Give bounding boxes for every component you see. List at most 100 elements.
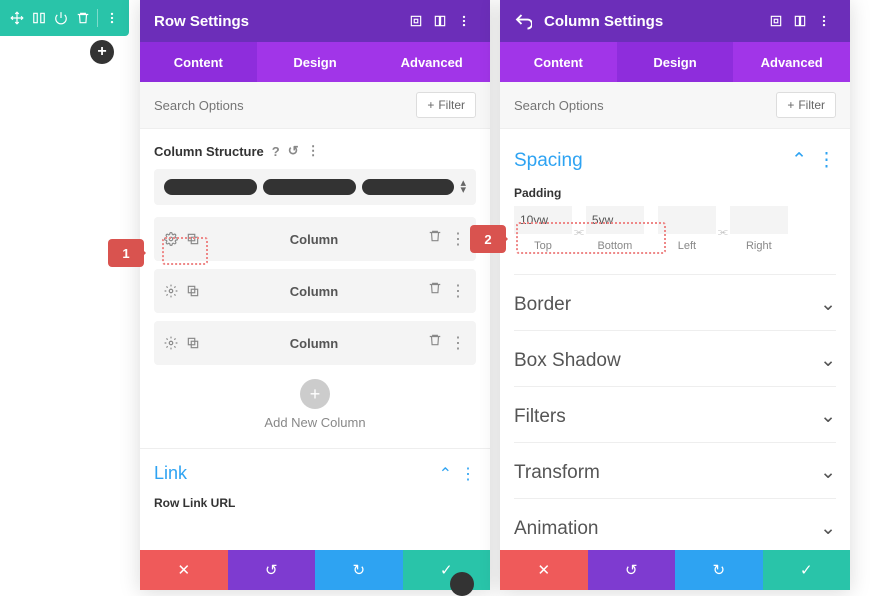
padding-bottom-input[interactable]	[586, 206, 644, 234]
trash-icon[interactable]	[428, 333, 442, 353]
column-settings-panel: Column Settings Content Design Advanced …	[500, 0, 850, 590]
duplicate-icon[interactable]	[186, 336, 200, 350]
chevron-up-icon[interactable]: ⌃	[791, 149, 807, 172]
tab-advanced[interactable]: Advanced	[373, 42, 490, 82]
reset-icon[interactable]: ↺	[288, 143, 299, 159]
panel-footer: ✕ ↺ ↻ ✓	[500, 550, 850, 590]
gear-icon[interactable]	[164, 336, 178, 350]
expand-icon[interactable]	[404, 14, 428, 28]
more-icon[interactable]: ⋮	[460, 464, 476, 484]
animation-accordion[interactable]: Animation⌄	[514, 511, 836, 546]
panel-body: Column Structure ? ↺ ⋮ ▴▾ Column ⋮	[140, 129, 490, 550]
callout-badge-2: 2	[470, 225, 506, 253]
close-button[interactable]: ✕	[140, 550, 228, 590]
link-icon[interactable]: ⫘	[718, 213, 728, 252]
redo-button[interactable]: ↻	[675, 550, 763, 590]
trash-icon[interactable]	[428, 281, 442, 301]
gear-icon[interactable]	[164, 284, 178, 298]
add-column: + Add New Column	[154, 379, 476, 430]
padding-right-input[interactable]	[730, 206, 788, 234]
chevron-down-icon[interactable]: ⌄	[820, 405, 836, 428]
power-icon[interactable]	[50, 7, 72, 29]
padding-bottom-field: Bottom	[586, 206, 644, 252]
help-icon[interactable]: ?	[272, 144, 280, 159]
chevron-down-icon[interactable]: ⌄	[820, 517, 836, 540]
divider	[514, 442, 836, 443]
more-icon[interactable]: ⋮	[817, 149, 836, 172]
snap-icon[interactable]	[788, 14, 812, 28]
search-input[interactable]	[514, 98, 776, 113]
panel-title: Row Settings	[154, 13, 404, 30]
more-icon[interactable]: ⋮	[450, 333, 466, 353]
tab-advanced[interactable]: Advanced	[733, 42, 850, 82]
back-icon[interactable]	[514, 12, 532, 30]
link-title: Link	[154, 463, 187, 484]
filter-button[interactable]: +Filter	[416, 92, 476, 118]
panel-header: Column Settings	[500, 0, 850, 42]
snap-icon[interactable]	[428, 14, 452, 28]
row-link-url-label: Row Link URL	[154, 496, 476, 510]
chevron-down-icon[interactable]: ⌄	[820, 293, 836, 316]
column-item: Column ⋮	[154, 217, 476, 261]
close-button[interactable]: ✕	[500, 550, 588, 590]
divider	[97, 9, 98, 27]
divider	[514, 330, 836, 331]
trash-icon[interactable]	[428, 229, 442, 249]
add-module-button[interactable]: +	[90, 40, 114, 64]
chevron-down-icon[interactable]: ⌄	[820, 461, 836, 484]
tab-content[interactable]: Content	[500, 42, 617, 82]
trash-icon[interactable]	[72, 7, 94, 29]
transform-accordion[interactable]: Transform⌄	[514, 455, 836, 490]
expand-icon[interactable]	[764, 14, 788, 28]
save-button[interactable]: ✓	[763, 550, 851, 590]
spacing-accordion[interactable]: Spacing ⌃⋮	[514, 143, 836, 178]
undo-button[interactable]: ↺	[228, 550, 316, 590]
padding-label: Padding	[514, 186, 836, 200]
spacing-body: Padding Top ⫘ Bottom Left	[514, 178, 836, 266]
column-label: Column	[200, 232, 428, 247]
tab-design[interactable]: Design	[617, 42, 734, 82]
chevron-down-icon[interactable]: ⌄	[820, 349, 836, 372]
more-icon[interactable]	[812, 14, 836, 28]
padding-left-input[interactable]	[658, 206, 716, 234]
link-section-header[interactable]: Link ⌃ ⋮	[154, 463, 476, 484]
padding-top-input[interactable]	[514, 206, 572, 234]
divider	[514, 498, 836, 499]
undo-button[interactable]: ↺	[588, 550, 676, 590]
move-icon[interactable]	[6, 7, 28, 29]
search-row: +Filter	[140, 82, 490, 129]
add-column-button[interactable]: +	[300, 379, 330, 409]
column-structure-label: Column Structure ? ↺ ⋮	[154, 143, 476, 159]
search-input[interactable]	[154, 98, 416, 113]
structure-block	[164, 179, 257, 195]
filters-accordion[interactable]: Filters⌄	[514, 399, 836, 434]
resize-handle[interactable]	[450, 572, 474, 596]
callout-badge-1: 1	[108, 239, 144, 267]
column-structure-selector[interactable]: ▴▾	[154, 169, 476, 205]
add-column-label: Add New Column	[154, 415, 476, 430]
more-icon[interactable]: ⋮	[450, 281, 466, 301]
tab-content[interactable]: Content	[140, 42, 257, 82]
redo-button[interactable]: ↻	[315, 550, 403, 590]
more-icon[interactable]: ⋮	[450, 229, 466, 249]
search-row: +Filter	[500, 82, 850, 129]
link-icon[interactable]: ⫘	[574, 213, 584, 252]
panel-body: Spacing ⌃⋮ Padding Top ⫘ Bottom	[500, 129, 850, 550]
structure-block	[362, 179, 455, 195]
gear-icon[interactable]	[164, 232, 178, 246]
filter-button[interactable]: +Filter	[776, 92, 836, 118]
duplicate-icon[interactable]	[186, 284, 200, 298]
module-toolbar	[0, 0, 129, 36]
columns-icon[interactable]	[28, 7, 50, 29]
more-icon[interactable]	[101, 7, 123, 29]
box-shadow-accordion[interactable]: Box Shadow⌄	[514, 343, 836, 378]
border-accordion[interactable]: Border⌄	[514, 287, 836, 322]
column-label: Column	[200, 336, 428, 351]
duplicate-icon[interactable]	[186, 232, 200, 246]
stepper-icon[interactable]: ▴▾	[460, 180, 466, 194]
more-icon[interactable]: ⋮	[307, 143, 320, 159]
tab-design[interactable]: Design	[257, 42, 374, 82]
chevron-up-icon[interactable]: ⌃	[439, 464, 452, 484]
save-button[interactable]: ✓	[403, 550, 491, 590]
more-icon[interactable]	[452, 14, 476, 28]
